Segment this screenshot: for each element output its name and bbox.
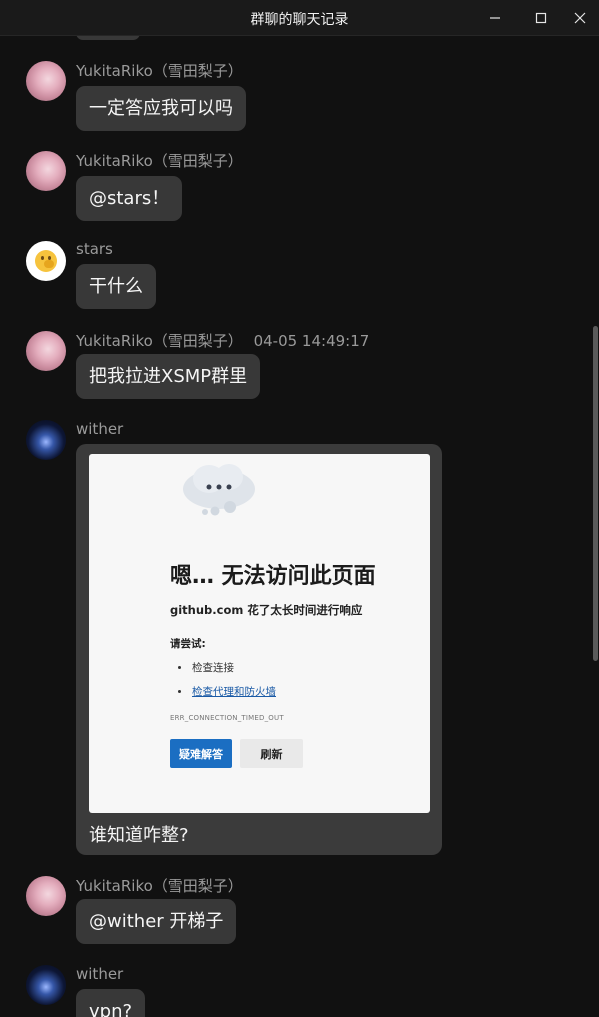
message-bubble[interactable]: 一定答应我可以吗	[76, 86, 246, 131]
close-icon	[574, 12, 586, 23]
minimize-button[interactable]	[472, 0, 518, 35]
error-screenshot-image[interactable]: 嗯… 无法访问此页面 github.com 花了太长时间进行响应 请尝试: 检查…	[89, 454, 430, 813]
error-code: ERR_CONNECTION_TIMED_OUT	[170, 714, 284, 722]
error-subtitle: github.com 花了太长时间进行响应	[170, 603, 363, 617]
sender-name-text: YukitaRiko（雪田梨子）	[76, 332, 243, 350]
sender-name: YukitaRiko（雪田梨子） 04-05 14:49:17	[76, 330, 369, 351]
sender-name: YukitaRiko（雪田梨子）	[76, 877, 243, 895]
refresh-button: 刷新	[240, 739, 303, 768]
night-sky-avatar[interactable]	[26, 420, 66, 460]
anime-girl-avatar[interactable]	[26, 331, 66, 371]
minimize-icon	[490, 16, 500, 19]
scrollbar-thumb[interactable]	[593, 326, 598, 661]
anime-girl-avatar[interactable]	[26, 151, 66, 191]
message-bubble[interactable]: @wither 开梯子	[76, 899, 237, 944]
message-bubble[interactable]: @stars！	[76, 176, 183, 221]
sender-name: wither	[76, 965, 124, 983]
message-text: 谁知道咋整?	[89, 825, 189, 846]
window-titlebar: 群聊的聊天记录	[0, 0, 599, 36]
sender-name: stars	[76, 240, 113, 258]
message-bubble-partial	[76, 36, 140, 40]
sender-name: YukitaRiko（雪田梨子）	[76, 152, 243, 170]
suggestion-proxy-firewall-link: 检查代理和防火墙	[192, 686, 276, 698]
message-bubble[interactable]: 把我拉进XSMP群里	[76, 354, 261, 399]
message-bubble[interactable]: vpn?	[76, 989, 146, 1017]
error-try-label: 请尝试:	[170, 638, 206, 650]
anime-girl-avatar[interactable]	[26, 876, 66, 916]
thinking-face-emoji-avatar[interactable]	[26, 241, 66, 281]
anime-girl-avatar[interactable]	[26, 61, 66, 101]
image-message-bubble[interactable]: 嗯… 无法访问此页面 github.com 花了太长时间进行响应 请尝试: 检查…	[76, 444, 442, 855]
troubleshoot-button: 疑难解答	[170, 739, 232, 768]
chat-history[interactable]: YukitaRiko（雪田梨子） 一定答应我可以吗 YukitaRiko（雪田梨…	[0, 36, 592, 1017]
message-bubble[interactable]: 干什么	[76, 264, 156, 309]
night-sky-avatar[interactable]	[26, 965, 66, 1005]
suggestion-check-connection: 检查连接	[192, 662, 234, 674]
maximize-icon	[535, 12, 547, 23]
scrollbar-track[interactable]	[592, 36, 599, 1017]
error-heading: 嗯… 无法访问此页面	[170, 564, 376, 589]
sender-name: YukitaRiko（雪田梨子）	[76, 62, 243, 80]
sender-name: wither	[76, 420, 124, 438]
close-button[interactable]	[557, 0, 599, 35]
cloud-icon	[183, 464, 255, 516]
message-timestamp: 04-05 14:49:17	[253, 332, 370, 350]
